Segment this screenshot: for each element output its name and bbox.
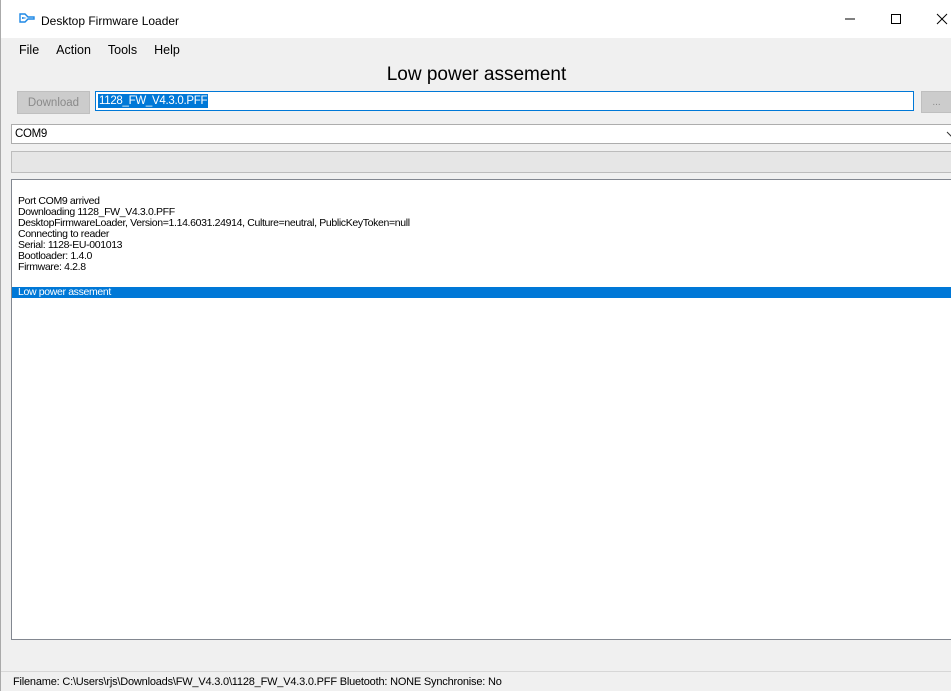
menu-tools[interactable]: Tools: [108, 43, 137, 57]
menu-bar: File Action Tools Help: [1, 38, 951, 62]
firmware-file-value: 1128_FW_V4.3.0.PFF: [98, 94, 209, 108]
menu-action[interactable]: Action: [56, 43, 91, 57]
minimize-button[interactable]: [827, 0, 873, 38]
browse-button[interactable]: ...: [921, 91, 951, 113]
title-bar[interactable]: Desktop Firmware Loader: [1, 0, 951, 38]
firmware-loader-app-icon: [19, 12, 35, 24]
window-title: Desktop Firmware Loader: [41, 14, 180, 28]
port-select[interactable]: COM9: [11, 124, 951, 144]
log-line[interactable]: Firmware: 4.2.8: [18, 262, 86, 273]
menu-help[interactable]: Help: [154, 43, 180, 57]
status-bar: Filename: C:\Users\rjs\Downloads\FW_V4.3…: [1, 671, 951, 691]
minimize-icon: [845, 18, 855, 20]
download-button[interactable]: Download: [17, 91, 90, 114]
app-window: Desktop Firmware Loader File Action Tool…: [0, 0, 951, 691]
log-listbox[interactable]: Port COM9 arrived Downloading 1128_FW_V4…: [11, 179, 951, 640]
maximize-button[interactable]: [873, 0, 919, 38]
port-select-value: COM9: [15, 128, 48, 140]
maximize-icon: [891, 14, 901, 24]
status-title: Low power assement: [386, 64, 567, 85]
log-line-selected[interactable]: Low power assement: [12, 287, 951, 298]
progress-bar: [11, 151, 951, 173]
firmware-file-input[interactable]: 1128_FW_V4.3.0.PFF: [95, 91, 914, 111]
chevron-down-icon: [945, 128, 951, 140]
menu-file[interactable]: File: [19, 43, 39, 57]
close-icon: [936, 13, 948, 25]
close-button[interactable]: [919, 0, 951, 38]
status-bar-text: Filename: C:\Users\rjs\Downloads\FW_V4.3…: [13, 676, 502, 688]
